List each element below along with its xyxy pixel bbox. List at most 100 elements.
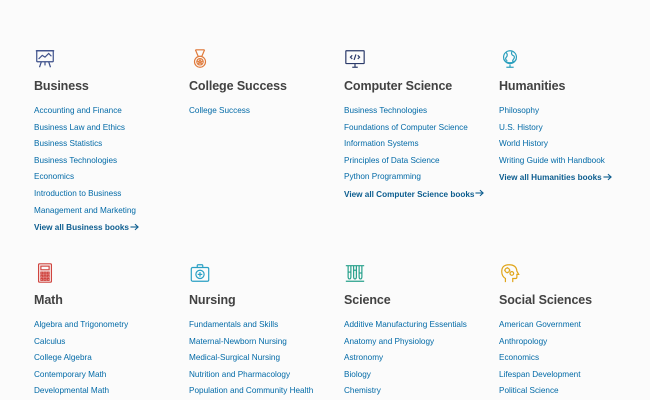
list-item: Lifespan Development — [499, 365, 649, 382]
view-all-label: View all Computer Science books — [344, 189, 475, 199]
view-all-business-link[interactable]: View all Business books — [34, 220, 139, 236]
book-link[interactable]: Lifespan Development — [499, 370, 580, 379]
list-item: Nutrition and Pharmacology — [189, 365, 339, 382]
list-item: U.S. History — [499, 118, 649, 135]
category-title: Social Sciences — [499, 293, 593, 307]
book-link[interactable]: Anatomy and Physiology — [344, 337, 434, 346]
book-link[interactable]: Principles of Data Science — [344, 156, 440, 165]
subjects-page: Business Accounting and Finance Business… — [0, 0, 650, 400]
book-link[interactable]: Contemporary Math — [34, 370, 106, 379]
arrow-right-icon — [130, 223, 139, 230]
book-link[interactable]: Fundamentals and Skills — [189, 320, 278, 329]
arrow-right-icon — [603, 173, 612, 181]
book-list: American Government Anthropology Economi… — [499, 315, 649, 398]
book-link[interactable]: Political Science — [499, 386, 559, 395]
book-link[interactable]: Algebra and Trigonometry — [34, 320, 128, 329]
head-gears-icon — [501, 264, 520, 283]
book-link[interactable]: Maternal-Newborn Nursing — [189, 337, 287, 346]
category-social-sciences: Social Sciences American Government Anth… — [499, 262, 649, 398]
book-link[interactable]: World History — [499, 139, 548, 148]
book-link[interactable]: College Success — [189, 106, 250, 115]
list-item: Chemistry — [344, 381, 494, 398]
medical-kit-icon — [190, 264, 210, 282]
list-item: Business Technologies — [344, 101, 494, 118]
list-item: Additive Manufacturing Essentials — [344, 315, 494, 332]
book-list: Fundamentals and Skills Maternal-Newborn… — [189, 315, 339, 398]
list-item: Business Statistics — [34, 134, 184, 151]
book-link[interactable]: Business Technologies — [344, 106, 427, 115]
book-list: Accounting and Finance Business Law and … — [34, 101, 184, 217]
book-link[interactable]: Chemistry — [344, 386, 381, 395]
category-business: Business Accounting and Finance Business… — [34, 48, 184, 236]
book-link[interactable]: Writing Guide with Handbook — [499, 156, 605, 165]
list-item: Population and Community Health — [189, 381, 339, 398]
category-title: Humanities — [499, 79, 566, 93]
category-nursing: Nursing Fundamentals and Skills Maternal… — [189, 262, 339, 398]
view-all-humanities-link[interactable]: View all Humanities books — [499, 170, 612, 186]
list-item: Anthropology — [499, 332, 649, 349]
view-all-label: View all Business books — [34, 223, 129, 233]
book-link[interactable]: Business Law and Ethics — [34, 123, 125, 132]
list-item: Accounting and Finance — [34, 101, 184, 118]
book-link[interactable]: Calculus — [34, 337, 65, 346]
book-link[interactable]: Nutrition and Pharmacology — [189, 370, 290, 379]
book-link[interactable]: Economics — [499, 353, 539, 362]
category-college-success: College Success College Success — [189, 48, 339, 118]
book-link[interactable]: Medical-Surgical Nursing — [189, 353, 280, 362]
category-math: Math Algebra and Trigonometry Calculus C… — [34, 262, 184, 398]
book-link[interactable]: Business Statistics — [34, 139, 102, 148]
category-title: Computer Science — [344, 79, 453, 93]
list-item: Fundamentals and Skills — [189, 315, 339, 332]
book-link[interactable]: Additive Manufacturing Essentials — [344, 320, 467, 329]
book-link[interactable]: Philosophy — [499, 106, 539, 115]
book-list: College Success — [189, 101, 339, 118]
category-title: College Success — [189, 79, 287, 93]
list-item: World History — [499, 134, 649, 151]
list-item: Python Programming — [344, 167, 494, 184]
book-link[interactable]: U.S. History — [499, 123, 543, 132]
list-item: Philosophy — [499, 101, 649, 118]
list-item: College Algebra — [34, 348, 184, 365]
book-list: Algebra and Trigonometry Calculus Colleg… — [34, 315, 184, 398]
book-link[interactable]: Introduction to Business — [34, 189, 121, 198]
book-link[interactable]: Foundations of Computer Science — [344, 123, 468, 132]
arrow-right-icon — [475, 190, 485, 197]
list-item: American Government — [499, 315, 649, 332]
list-item: Introduction to Business — [34, 184, 184, 201]
medal-icon — [193, 49, 207, 68]
category-computer-science: Computer Science Business Technologies F… — [344, 48, 494, 203]
book-link[interactable]: Python Programming — [344, 172, 421, 181]
list-item: Developmental Math — [34, 381, 184, 398]
list-item: Economics — [499, 348, 649, 365]
list-item: Calculus — [34, 332, 184, 349]
category-title: Business — [34, 79, 89, 93]
category-title: Nursing — [189, 293, 236, 307]
book-link[interactable]: Astronomy — [344, 353, 383, 362]
presentation-board-icon — [35, 50, 55, 68]
list-item: Medical-Surgical Nursing — [189, 348, 339, 365]
book-link[interactable]: Developmental Math — [34, 386, 109, 395]
book-link[interactable]: Information Systems — [344, 139, 419, 148]
list-item: Management and Marketing — [34, 201, 184, 218]
view-all-label: View all Humanities books — [499, 173, 602, 183]
book-link[interactable]: Anthropology — [499, 337, 547, 346]
list-item: Political Science — [499, 381, 649, 398]
book-link[interactable]: Population and Community Health — [189, 386, 313, 395]
category-science: Science Additive Manufacturing Essential… — [344, 262, 494, 398]
list-item: Astronomy — [344, 348, 494, 365]
list-item: Biology — [344, 365, 494, 382]
list-item: Algebra and Trigonometry — [34, 315, 184, 332]
category-title: Math — [34, 293, 63, 307]
book-link[interactable]: College Algebra — [34, 353, 92, 362]
book-link[interactable]: Economics — [34, 172, 74, 181]
book-link[interactable]: Accounting and Finance — [34, 106, 122, 115]
category-title: Science — [344, 293, 391, 307]
view-all-computer-science-link[interactable]: View all Computer Science books — [344, 187, 485, 203]
book-link[interactable]: Business Technologies — [34, 156, 117, 165]
book-link[interactable]: Management and Marketing — [34, 206, 136, 215]
book-link[interactable]: Biology — [344, 370, 371, 379]
globe-icon — [502, 50, 518, 68]
list-item: Writing Guide with Handbook — [499, 151, 649, 168]
book-link[interactable]: American Government — [499, 320, 581, 329]
list-item: Principles of Data Science — [344, 151, 494, 168]
